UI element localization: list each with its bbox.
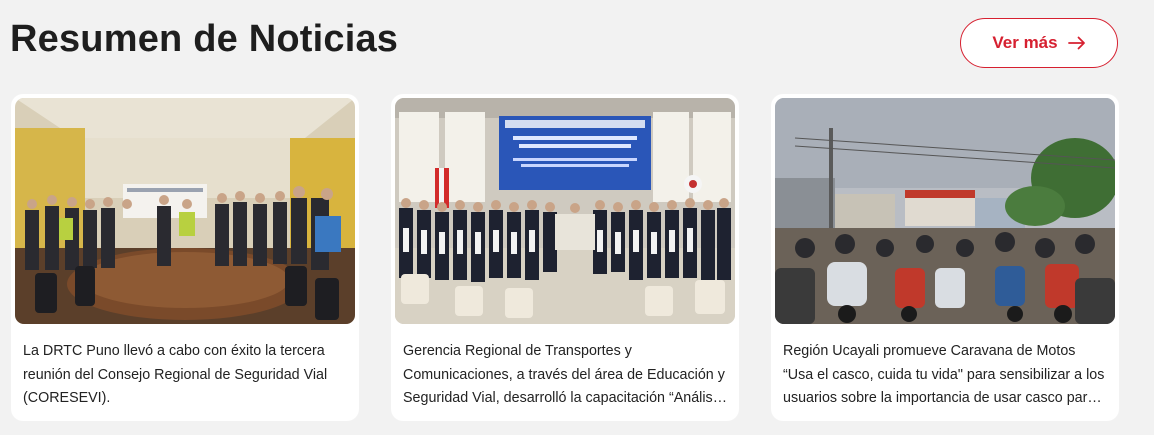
news-photo-meeting-room[interactable] <box>15 98 355 324</box>
news-card[interactable]: Región Ucayali promueve Caravana de Moto… <box>771 94 1119 421</box>
news-photo-motorcycle-caravan[interactable] <box>775 98 1115 324</box>
arrow-right-icon <box>1067 36 1085 50</box>
news-card[interactable]: Gerencia Regional de Transportes y Comun… <box>391 94 739 421</box>
news-text[interactable]: La DRTC Puno llevó a cabo con éxito la t… <box>23 340 347 411</box>
section-title: Resumen de Noticias <box>10 18 399 60</box>
news-text[interactable]: Gerencia Regional de Transportes y Comun… <box>403 340 727 411</box>
ver-mas-label: Ver más <box>992 33 1058 52</box>
news-text[interactable]: Región Ucayali promueve Caravana de Moto… <box>783 340 1107 411</box>
news-photo-training-group[interactable] <box>395 98 735 324</box>
ver-mas-button[interactable]: Ver más <box>960 18 1118 68</box>
news-card[interactable]: La DRTC Puno llevó a cabo con éxito la t… <box>11 94 359 421</box>
